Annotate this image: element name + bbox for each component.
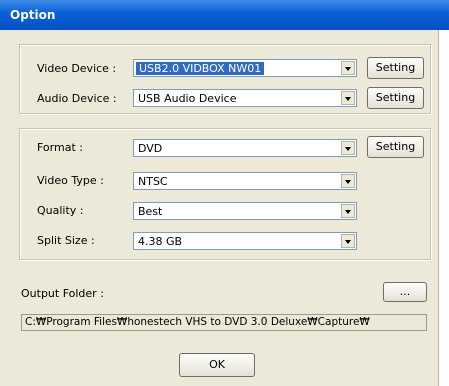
split-size-value: 4.38 GB	[138, 235, 183, 248]
chevron-down-icon[interactable]	[341, 234, 355, 248]
chevron-down-icon[interactable]	[341, 204, 355, 218]
audio-setting-button[interactable]: Setting	[367, 87, 424, 109]
chevron-down-icon[interactable]	[341, 91, 355, 105]
dialog-body: Video Device : USB2.0 VIDBOX NW01 Settin…	[0, 30, 439, 386]
ok-button[interactable]: OK	[179, 353, 255, 377]
output-folder-label: Output Folder :	[21, 287, 104, 300]
format-label: Format :	[37, 141, 83, 154]
video-device-label: Video Device :	[37, 62, 117, 75]
quality-select[interactable]: Best	[133, 202, 357, 220]
background-edge	[439, 30, 449, 386]
video-device-value: USB2.0 VIDBOX NW01	[136, 62, 265, 75]
video-setting-button[interactable]: Setting	[367, 57, 424, 79]
option-dialog: Option Video Device : USB2.0 VIDBOX NW01…	[0, 0, 449, 386]
video-type-select[interactable]: NTSC	[133, 172, 357, 190]
title-bar[interactable]: Option	[0, 0, 449, 30]
format-setting-button[interactable]: Setting	[367, 136, 424, 158]
video-device-select[interactable]: USB2.0 VIDBOX NW01	[133, 59, 357, 77]
audio-device-label: Audio Device :	[37, 92, 117, 105]
chevron-down-icon[interactable]	[341, 61, 355, 75]
format-value: DVD	[138, 142, 163, 155]
video-type-value: NTSC	[138, 175, 168, 188]
quality-label: Quality :	[37, 204, 84, 217]
quality-value: Best	[138, 205, 163, 218]
split-size-select[interactable]: 4.38 GB	[133, 232, 357, 250]
format-select[interactable]: DVD	[133, 139, 357, 157]
browse-button[interactable]: ...	[383, 282, 427, 302]
output-folder-path: C:₩Program Files₩honestech VHS to DVD 3.…	[21, 314, 427, 331]
chevron-down-icon[interactable]	[341, 141, 355, 155]
video-type-label: Video Type :	[37, 174, 104, 187]
chevron-down-icon[interactable]	[341, 174, 355, 188]
audio-device-select[interactable]: USB Audio Device	[133, 89, 357, 107]
split-size-label: Split Size :	[37, 234, 95, 247]
window-title: Option	[10, 8, 56, 22]
audio-device-value: USB Audio Device	[138, 92, 237, 105]
